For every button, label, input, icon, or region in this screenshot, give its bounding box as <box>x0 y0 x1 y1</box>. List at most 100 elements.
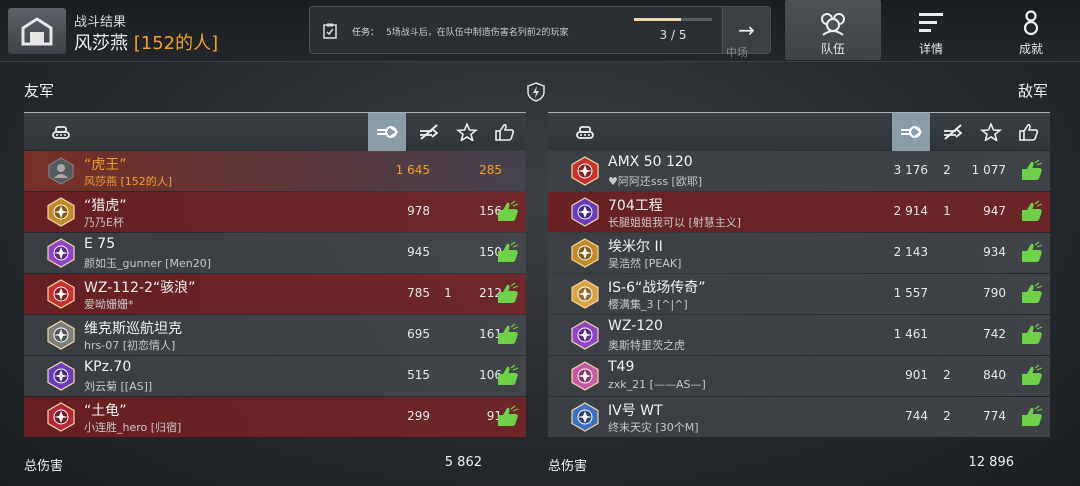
enemies-total-label: 总伤害 <box>548 459 588 474</box>
mastery-badge-icon <box>571 238 599 268</box>
tab-achievements[interactable]: 成就 <box>983 0 1079 60</box>
points-value: 774 <box>983 409 1006 423</box>
avatar <box>48 157 74 185</box>
tank-name: 704工程 <box>608 198 663 214</box>
points-value: 934 <box>983 245 1006 259</box>
thumbs-up-icon[interactable] <box>496 282 520 306</box>
allies-rows: “虎王” 风莎燕 [152的人] 1 645 285 “猎虎” 乃乃E杯 978 156 E… <box>24 151 526 437</box>
mastery-badge-icon <box>571 361 599 391</box>
player-row[interactable]: IS-6“战场传奇” 樱满集_3 [^|^] 1 557 790 <box>548 274 1050 314</box>
damage-value: 2 143 <box>893 245 928 259</box>
kills-value: 2 <box>943 163 951 177</box>
kills-value: 2 <box>943 368 951 382</box>
tank-name: E 75 <box>84 236 116 252</box>
thumbs-up-icon[interactable] <box>1020 200 1044 224</box>
tank-name: WZ-112-2“骇浪” <box>84 280 196 296</box>
damage-value: 2 914 <box>893 204 928 218</box>
tank-name: 埃米尔 II <box>608 239 663 255</box>
obscured-tab-label: 中场 <box>726 46 748 59</box>
player-row[interactable]: WZ-112-2“骇浪” 爱呦姗姗* 785 1 212 <box>24 274 526 314</box>
thumbs-up-icon[interactable] <box>496 241 520 265</box>
allies-label: 友军 <box>24 82 55 100</box>
player-name: 乃乃E杯 <box>84 216 124 229</box>
mission-label: 任务： <box>352 28 380 38</box>
points-column-header[interactable] <box>448 113 486 151</box>
thumbs-up-icon[interactable] <box>1020 323 1044 347</box>
tab-achievements-label: 成就 <box>1018 42 1043 56</box>
thumbs-up-icon[interactable] <box>1020 364 1044 388</box>
battle-result-label: 战斗结果 <box>74 15 127 30</box>
thumbs-up-icon[interactable] <box>496 200 520 224</box>
thumbs-up-icon <box>1019 123 1039 141</box>
tank-name: AMX 50 120 <box>608 154 693 170</box>
player-clan: [152的人] <box>133 33 219 54</box>
damage-column-header[interactable] <box>892 113 930 151</box>
mission-progress-bar <box>634 18 712 21</box>
enemies-rows: AMX 50 120 ♥阿阿还sss [欧耶] 3 176 2 1 077 704工程长… <box>548 151 1050 437</box>
likes-column-header[interactable] <box>486 113 524 151</box>
kills-value: 1 <box>943 204 951 218</box>
tab-team[interactable]: 队伍 <box>785 0 881 60</box>
player-row[interactable]: KPz.70 刘云菊 [[AS]] 515 106 <box>24 356 526 396</box>
damage-value: 1 645 <box>395 163 430 177</box>
player-row[interactable]: “土龟” 小连胜_hero [归宿] 299 91 <box>24 397 526 437</box>
team-icon <box>821 13 845 36</box>
thumbs-up-icon[interactable] <box>496 405 520 429</box>
player-name: 小连胜_hero [归宿] <box>84 421 182 434</box>
player-name: hrs-07 [初恋情人] <box>84 339 176 352</box>
points-column-header[interactable] <box>972 113 1010 151</box>
damage-column-header[interactable] <box>368 113 406 151</box>
tank-column-header[interactable] <box>42 113 80 151</box>
player-row[interactable]: “猎虎” 乃乃E杯 978 156 <box>24 192 526 232</box>
thumbs-up-icon[interactable] <box>496 364 520 388</box>
damage-value: 695 <box>407 327 430 341</box>
player-row[interactable]: 埃米尔 II 吴浩然 [PEAK] 2 143 934 <box>548 233 1050 273</box>
damage-value: 1 557 <box>893 286 928 300</box>
player-row[interactable]: AMX 50 120 ♥阿阿还sss [欧耶] 3 176 2 1 077 <box>548 151 1050 191</box>
thumbs-up-icon[interactable] <box>1020 282 1044 306</box>
top-bar: 战斗结果 风莎燕 [152的人] 任务： 5场战斗后，在队伍中制造伤害名列前2的… <box>0 0 1080 62</box>
allies-total-value: 5 862 <box>444 455 482 470</box>
mission-progress-text: 3 / 5 <box>659 28 687 42</box>
player-row[interactable]: WZ-120 奥斯特里茨之虎 1 461 742 <box>548 315 1050 355</box>
player-name: 颜如玉_gunner [Men20] <box>84 257 211 270</box>
tank-name: “土龟” <box>84 403 127 419</box>
player-row[interactable]: T49 zxk_21 [——AS—] 901 2 840 <box>548 356 1050 396</box>
mission-panel[interactable]: 任务： 5场战斗后，在队伍中制造伤害名列前2的玩家 3 / 5 → <box>309 6 771 54</box>
damage-value: 901 <box>905 368 928 382</box>
player-row[interactable]: 维克斯巡航坦克 hrs-07 [初恋情人] 695 161 <box>24 315 526 355</box>
thumbs-up-icon[interactable] <box>1020 405 1044 429</box>
kills-column-header[interactable] <box>410 113 448 151</box>
damage-value: 1 461 <box>893 327 928 341</box>
damage-icon <box>377 126 398 138</box>
thumbs-up-icon[interactable] <box>496 323 520 347</box>
points-value: 1 077 <box>971 163 1006 177</box>
thumbs-up-icon[interactable] <box>1020 241 1044 265</box>
tank-column-header[interactable] <box>566 113 604 151</box>
tank-icon <box>52 126 70 139</box>
enemies-label: 敌军 <box>1018 82 1049 100</box>
player-row[interactable]: IV号 WT 终末天灾 [30个M] 744 2 774 <box>548 397 1050 437</box>
likes-column-header[interactable] <box>1010 113 1048 151</box>
damage-value: 978 <box>407 204 430 218</box>
player-title: 风莎燕 [152的人] <box>74 29 218 55</box>
damage-value: 299 <box>407 409 430 423</box>
tank-name: 维克斯巡航坦克 <box>84 321 182 337</box>
clipboard-icon <box>323 23 337 39</box>
tab-details[interactable]: 详情 <box>883 0 979 60</box>
mission-progress-fill <box>634 18 681 21</box>
garage-button[interactable] <box>8 8 66 54</box>
arrow-right-icon: → <box>738 18 755 42</box>
mastery-badge-icon <box>47 320 75 350</box>
mission-description: 5场战斗后，在队伍中制造伤害名列前2的玩家 <box>386 28 569 38</box>
player-row[interactable]: “虎王” 风莎燕 [152的人] 1 645 285 <box>24 151 526 191</box>
player-row[interactable]: E 75 颜如玉_gunner [Men20] 945 150 <box>24 233 526 273</box>
damage-value: 744 <box>905 409 928 423</box>
garage-icon <box>21 17 53 46</box>
thumbs-up-icon[interactable] <box>1020 159 1044 183</box>
player-name: zxk_21 [——AS—] <box>608 378 706 391</box>
player-row[interactable]: 704工程 长腿姐姐我可以 [射慧主义] 2 914 1 947 <box>548 192 1050 232</box>
tank-name: T49 <box>608 359 635 375</box>
mastery-badge-icon <box>571 320 599 350</box>
kills-column-header[interactable] <box>934 113 972 151</box>
